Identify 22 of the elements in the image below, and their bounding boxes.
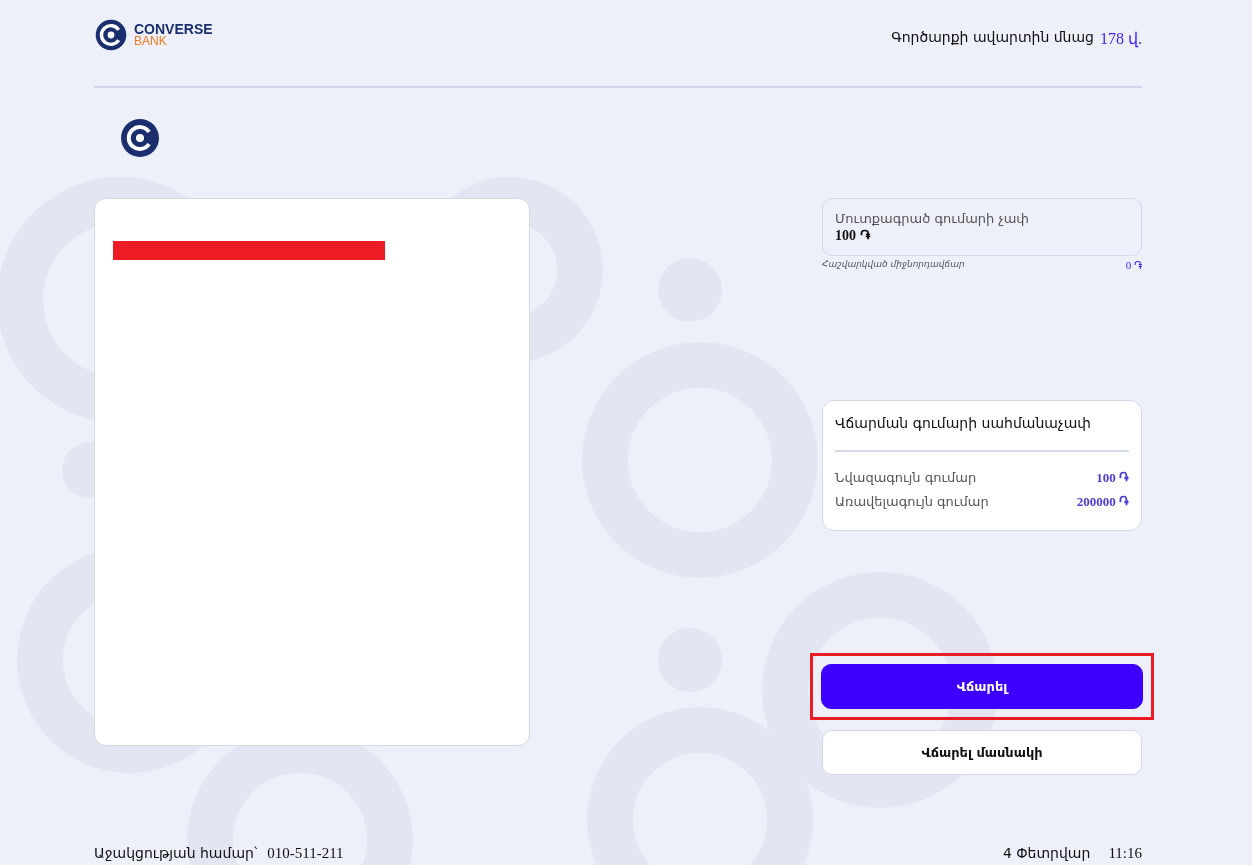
limit-value: 100 ֏: [1096, 470, 1129, 486]
field-label: Մուտքագրած գումարի չափ: [835, 211, 1030, 226]
commission-value: 0 ֏: [1125, 259, 1142, 272]
bank-name: CONVERSE: [134, 23, 213, 35]
timer-label: Գործարքի ավարտին մնաց: [891, 28, 1094, 47]
date-text: 4 Փետրվար: [1002, 845, 1091, 862]
amount-field[interactable]: Մուտքագրած գումարի չափ 100 ֏: [822, 198, 1142, 256]
support-label: Աջակցության համար՝: [94, 845, 258, 862]
time-text: 11:16: [1108, 845, 1142, 862]
pay-button[interactable]: Վճարել: [821, 664, 1143, 709]
partial-pay-button[interactable]: Վճարել մասնակի: [822, 730, 1142, 775]
field-value: 100 ֏: [835, 228, 871, 244]
commission-label: Հաշվարկված միջնորդավճար: [822, 259, 965, 271]
limit-value: 200000 ֏: [1076, 494, 1129, 510]
limit-label: Առավելագույն գումար: [835, 494, 989, 510]
limits-title: Վճարման գումարի սահմանաչափ: [835, 415, 1092, 431]
bank-logo-icon: [120, 118, 160, 158]
bank-logo-icon: [94, 18, 128, 52]
support-phone: 010-511-211: [267, 845, 344, 862]
limit-label: Նվազագույն գումար: [835, 470, 977, 486]
timer-value: 178 վ.: [1100, 28, 1142, 48]
bank-subname: BANK: [134, 35, 168, 47]
